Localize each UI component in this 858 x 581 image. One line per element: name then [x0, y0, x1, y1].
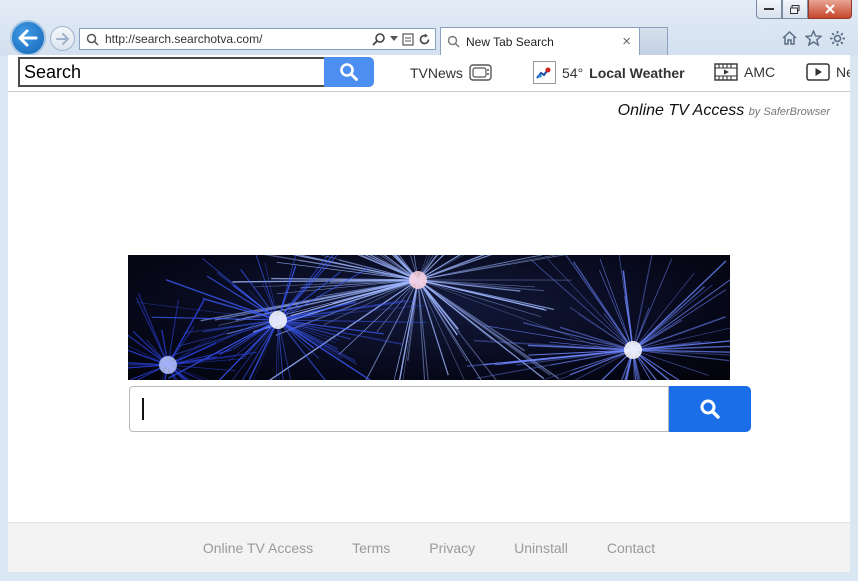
brand-header: Online TV Access by SaferBrowser: [618, 102, 830, 120]
brand-title: Online TV Access: [617, 102, 745, 119]
firework-streak: [417, 255, 566, 281]
firework-streak: [393, 279, 419, 380]
address-bar[interactable]: http://search.searchotva.com/: [79, 28, 436, 50]
home-icon[interactable]: [781, 30, 798, 46]
firework-streak: [632, 349, 680, 380]
firework-streak: [417, 255, 461, 281]
tab-close-button[interactable]: ×: [622, 33, 631, 50]
toolbar-tvnews-link[interactable]: TVNews: [410, 63, 492, 82]
back-arrow-icon: [18, 29, 38, 47]
firework-streak: [184, 319, 279, 334]
brand-byline: by SaferBrowser: [748, 106, 830, 118]
tab-new-tab-search[interactable]: New Tab Search ×: [440, 27, 640, 55]
text-cursor: [142, 398, 144, 420]
firework-core: [409, 271, 427, 289]
search-icon: [340, 63, 358, 81]
film-icon: [714, 63, 738, 81]
gear-icon[interactable]: [829, 30, 846, 47]
window-controls: [756, 0, 852, 19]
weather-label: Local Weather: [589, 64, 685, 81]
tvnews-label: TVNews: [410, 64, 463, 81]
weather-map-icon: [533, 61, 556, 84]
new-tab-button[interactable]: [640, 27, 668, 55]
fireworks-banner-image: [128, 255, 730, 380]
tab-search-icon: [447, 35, 460, 48]
firework-streak: [201, 257, 279, 321]
footer-link-contact[interactable]: Contact: [607, 540, 655, 556]
toolbar-amc-link[interactable]: AMC: [714, 63, 775, 81]
search-icon: [700, 399, 720, 419]
amc-label: AMC: [744, 64, 776, 80]
extension-toolbar: TVNews 54° Local Weather AMC Ne: [8, 55, 850, 92]
close-icon: [825, 4, 835, 14]
firework-streak: [417, 279, 465, 380]
footer-link-privacy[interactable]: Privacy: [429, 540, 475, 556]
weather-temperature: 54°: [562, 64, 584, 81]
firework-streak: [277, 319, 426, 324]
minimize-icon: [764, 8, 774, 10]
firework-core: [159, 356, 177, 374]
tv-icon: [469, 64, 492, 81]
restore-button[interactable]: [782, 0, 808, 19]
main-search-input[interactable]: [129, 386, 669, 432]
toolbar-search-input[interactable]: [18, 57, 324, 87]
forward-arrow-icon: [55, 32, 69, 45]
favorites-star-icon[interactable]: [805, 30, 822, 46]
next-link-label: Ne: [836, 64, 850, 80]
firework-streak: [565, 255, 634, 351]
firework-streak: [632, 349, 658, 380]
url-text[interactable]: http://search.searchotva.com/: [105, 32, 372, 46]
toolbar-weather-widget[interactable]: 54° Local Weather: [533, 61, 685, 84]
firework-streak: [271, 277, 419, 281]
browser-right-icons: [781, 30, 846, 47]
footer-link-uninstall[interactable]: Uninstall: [514, 540, 568, 556]
chevron-down-icon[interactable]: [390, 36, 398, 42]
compatibility-view-icon[interactable]: [402, 32, 414, 46]
firework-streak: [275, 319, 279, 380]
minimize-button[interactable]: [756, 0, 782, 19]
footer-link-terms[interactable]: Terms: [352, 540, 390, 556]
back-button[interactable]: [10, 20, 46, 56]
address-tools: [372, 32, 435, 46]
forward-button[interactable]: [50, 26, 75, 51]
firework-streak: [417, 279, 426, 380]
main-search-button[interactable]: [669, 386, 751, 432]
footer-link-online-tv-access[interactable]: Online TV Access: [203, 540, 313, 556]
firework-streak: [577, 313, 634, 351]
page-content: Online TV Access by SaferBrowser Online …: [8, 92, 850, 572]
firework-core: [269, 311, 287, 329]
search-icon[interactable]: [372, 32, 386, 46]
tab-title: New Tab Search: [466, 34, 554, 49]
close-window-button[interactable]: [808, 0, 852, 19]
toolbar-next-link[interactable]: Ne: [806, 63, 850, 81]
footer: Online TV Access Terms Privacy Uninstall…: [8, 522, 850, 572]
firework-core: [624, 341, 642, 359]
page-icon: [86, 33, 99, 46]
toolbar-search-button[interactable]: [324, 57, 374, 87]
refresh-icon[interactable]: [418, 33, 431, 46]
browser-chrome: http://search.searchotva.com/ New Tab Se…: [0, 0, 858, 56]
restore-icon: [790, 4, 800, 14]
play-video-icon: [806, 63, 830, 81]
fireworks-image: [128, 255, 730, 380]
